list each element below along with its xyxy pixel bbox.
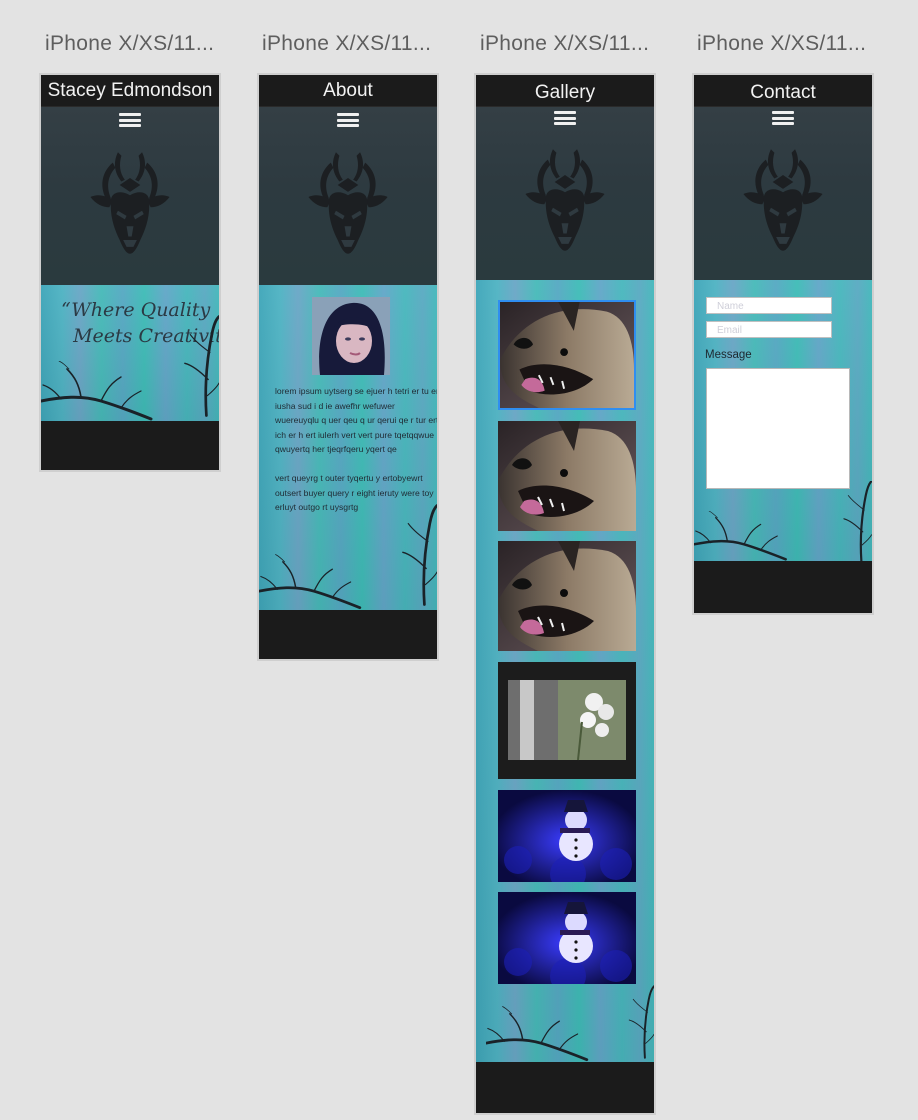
quote-banner: “Where Quality Meets Creativity” — [41, 285, 219, 421]
hero-header — [694, 106, 872, 280]
gallery-section — [476, 280, 654, 1062]
hamburger-menu-icon[interactable] — [554, 111, 576, 128]
hamburger-menu-icon[interactable] — [772, 111, 794, 128]
gallery-image-dog[interactable] — [498, 421, 636, 531]
name-field[interactable] — [706, 297, 832, 314]
deer-head-logo — [87, 139, 173, 267]
message-label: Message — [705, 349, 752, 361]
gallery-image-snowman[interactable] — [498, 892, 636, 984]
deer-head-logo — [522, 136, 608, 264]
hamburger-menu-icon[interactable] — [337, 113, 359, 130]
hero-header — [259, 106, 437, 285]
gallery-image-dog-selected[interactable] — [498, 300, 636, 410]
page-title-gallery: Gallery — [476, 75, 654, 106]
hamburger-menu-icon[interactable] — [119, 113, 141, 130]
hero-header — [476, 106, 654, 280]
branch-left-graphic — [486, 1006, 596, 1062]
footer — [259, 610, 437, 659]
message-textarea[interactable] — [706, 368, 850, 489]
contact-section: Message — [694, 280, 872, 561]
page-title-contact: Contact — [694, 75, 872, 106]
footer — [694, 561, 872, 611]
branch-left-graphic — [259, 554, 369, 610]
deer-head-logo — [305, 139, 391, 267]
branch-right-graphic — [628, 982, 654, 1062]
about-paragraph-1: lorem ipsum uytserg se ejuer h tetri er … — [275, 386, 439, 455]
footer — [476, 1062, 654, 1112]
profile-photo — [312, 297, 390, 375]
email-field[interactable] — [706, 321, 832, 338]
footer — [41, 421, 219, 470]
about-section: lorem ipsum uytserg se ejuer h tetri er … — [259, 285, 437, 610]
hero-header — [41, 106, 219, 285]
branch-right-graphic — [183, 311, 219, 421]
gallery-image-orchid[interactable] — [498, 662, 636, 779]
page-title-about: About — [259, 75, 437, 106]
artboard-gallery[interactable]: Gallery — [474, 73, 656, 1115]
artboard-home[interactable]: Stacey Edmondson “Where Quality Meets Cr… — [39, 73, 221, 472]
artboard-label-about[interactable]: iPhone X/XS/11... — [262, 32, 431, 56]
branch-left-graphic — [41, 361, 161, 421]
artboard-about[interactable]: About lorem ipsum uytserg se ejuer h tet… — [257, 73, 439, 661]
site-title: Stacey Edmondson — [41, 75, 219, 106]
gallery-image-dog[interactable] — [498, 541, 636, 651]
artboard-label-home[interactable]: iPhone X/XS/11... — [45, 32, 214, 56]
artboard-label-gallery[interactable]: iPhone X/XS/11... — [480, 32, 649, 56]
gallery-image-snowman[interactable] — [498, 790, 636, 882]
branch-right-graphic — [842, 481, 872, 561]
deer-head-logo — [740, 136, 826, 264]
branch-right-graphic — [401, 500, 437, 610]
artboard-label-contact[interactable]: iPhone X/XS/11... — [697, 32, 866, 56]
branch-left-graphic — [694, 511, 794, 561]
artboard-contact[interactable]: Contact Message — [692, 73, 874, 615]
